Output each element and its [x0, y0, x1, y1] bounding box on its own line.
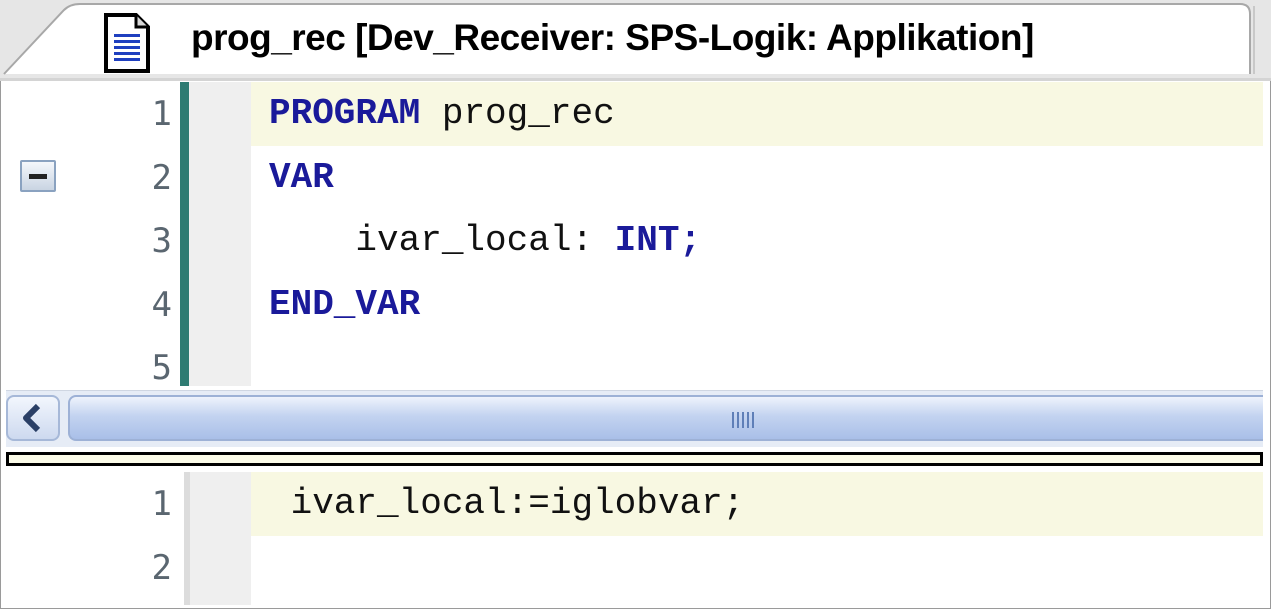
tab-title: prog_rec [Dev_Receiver: SPS-Logik: Appli…	[191, 17, 1034, 58]
scroll-left-button[interactable]	[6, 395, 60, 441]
code-token: ivar_local:	[269, 220, 615, 261]
scroll-thumb[interactable]	[68, 395, 1263, 441]
code-line[interactable]: END_VAR	[269, 273, 420, 337]
code-line[interactable]: ivar_local: INT;	[269, 209, 701, 273]
code-token: prog_rec	[420, 93, 615, 134]
document-icon	[104, 13, 150, 73]
tab-strip: prog_rec [Dev_Receiver: SPS-Logik: Appli…	[0, 0, 1271, 81]
code-line[interactable]: VAR	[269, 146, 334, 210]
keyword-token: END_VAR	[269, 283, 421, 325]
line-number: 2	[151, 547, 172, 588]
line-number: 3	[151, 221, 172, 261]
horizontal-scrollbar[interactable]	[6, 390, 1263, 447]
change-bar	[180, 82, 189, 386]
declaration-editor[interactable]: 1 PROGRAM prog_rec 2 VAR 3 ivar_local: INT; 4…	[6, 82, 1263, 386]
line-number: 1	[151, 484, 172, 524]
line-number: 5	[151, 348, 172, 386]
keyword-token: PROGRAM	[269, 93, 421, 134]
implementation-editor[interactable]: 1 ivar_local:=iglobvar; 2	[6, 472, 1263, 605]
grip-icon	[732, 412, 754, 428]
keyword-token: VAR	[269, 156, 334, 198]
keyword-token: INT;	[614, 220, 702, 261]
code-line[interactable]: ivar_local:=iglobvar;	[269, 472, 745, 536]
code-token: ivar_local:=iglobvar;	[269, 483, 745, 524]
code-line[interactable]: PROGRAM prog_rec	[269, 82, 615, 146]
gutter-divider	[184, 472, 190, 605]
line-number: 1	[151, 94, 172, 134]
chevron-left-icon	[23, 403, 41, 433]
line-number: 4	[151, 284, 172, 325]
editor-splitter[interactable]	[6, 452, 1263, 466]
breakpoint-margin[interactable]	[184, 472, 251, 605]
line-number: 2	[151, 157, 172, 198]
breakpoint-margin[interactable]	[189, 82, 251, 386]
